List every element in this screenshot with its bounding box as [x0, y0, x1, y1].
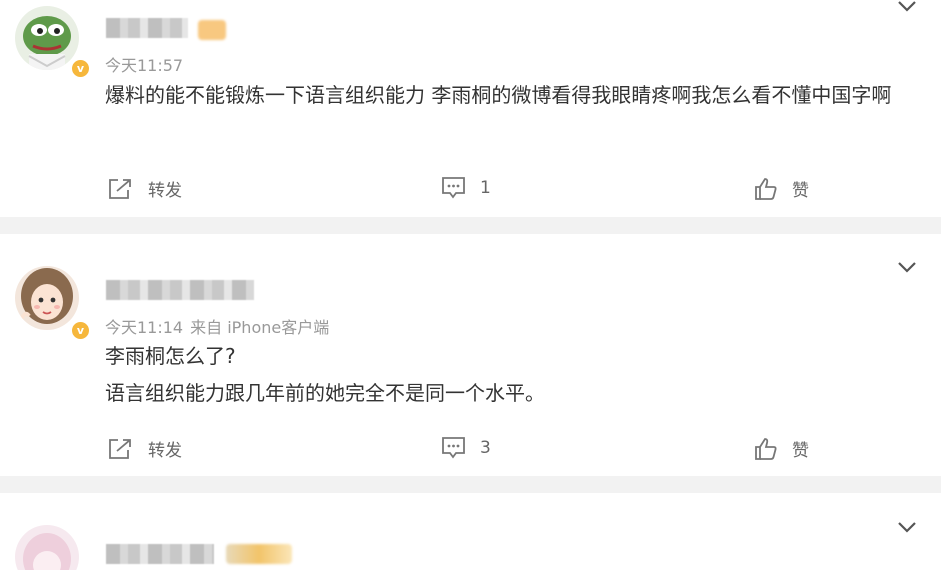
username-blurred[interactable]: [106, 280, 254, 300]
verified-icon: v: [70, 320, 91, 341]
like-label: 赞: [792, 441, 809, 461]
user-avatar[interactable]: [15, 6, 79, 70]
user-avatar[interactable]: [15, 525, 79, 570]
comment-card-2: v 今天11:14 来自 iPhone客户端 李雨桐怎么了? 语言组织能力跟几年前…: [0, 234, 941, 476]
comment-count: 1: [480, 177, 491, 198]
comment-text: 爆料的能不能锻炼一下语言组织能力 李雨桐的微博看得我眼睛疼啊我怎么看不懂中国字啊: [105, 83, 892, 107]
like-label: 赞: [792, 181, 809, 201]
post-meta: 今天11:57: [105, 52, 190, 76]
verified-icon: v: [70, 58, 91, 79]
thumbs-up-icon: [755, 437, 777, 460]
comment-card-1: v 今天11:57 爆料的能不能锻炼一下语言组织能力 李雨桐的微博看得我眼睛疼啊…: [0, 0, 941, 217]
comment-icon: [442, 177, 465, 199]
repost-icon: [109, 178, 131, 199]
comment-text: 李雨桐怎么了? 语言组织能力跟几年前的她完全不是同一个水平。: [105, 344, 545, 405]
post-time: 今天11:57: [105, 56, 184, 75]
like-button[interactable]: 赞: [754, 436, 809, 461]
card-separator: [0, 217, 941, 234]
repost-icon: [109, 438, 131, 459]
comment-count: 3: [480, 437, 491, 458]
username-blurred[interactable]: [106, 544, 214, 564]
user-avatar[interactable]: [15, 266, 79, 330]
comment-button[interactable]: 1: [441, 176, 491, 199]
repost-button[interactable]: 转发: [108, 176, 182, 201]
member-badge-blurred: [226, 544, 292, 564]
post-source: 来自 iPhone客户端: [190, 318, 330, 337]
repost-button[interactable]: 转发: [108, 436, 182, 461]
comment-icon: [442, 437, 465, 459]
chevron-down-icon[interactable]: [896, 521, 918, 535]
post-time: 今天11:14: [105, 318, 184, 337]
chevron-down-icon[interactable]: [896, 261, 918, 275]
comment-button[interactable]: 3: [441, 436, 491, 459]
thumbs-up-icon: [755, 177, 777, 200]
repost-label: 转发: [148, 441, 182, 461]
like-button[interactable]: 赞: [754, 176, 809, 201]
member-badge-blurred: [198, 20, 226, 40]
post-meta: 今天11:14 来自 iPhone客户端: [105, 314, 336, 338]
chevron-down-icon[interactable]: [896, 0, 918, 14]
repost-label: 转发: [148, 181, 182, 201]
card-separator: [0, 476, 941, 493]
comment-card-3: [0, 493, 941, 570]
username-blurred[interactable]: [106, 18, 188, 38]
